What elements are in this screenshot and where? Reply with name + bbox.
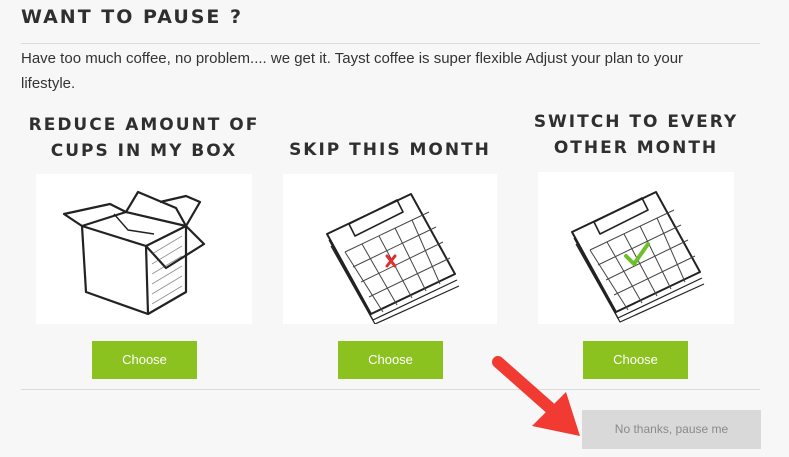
open-box-icon [36, 174, 252, 324]
option-heading: REDUCE AMOUNT OF CUPS IN MY BOX [28, 115, 260, 161]
choose-every-other-month-button[interactable]: Choose [583, 341, 688, 379]
divider [21, 389, 760, 390]
divider [21, 43, 760, 44]
option-heading: SWITCH TO EVERY OTHER MONTH [533, 112, 739, 158]
option-reduce-cups: REDUCE AMOUNT OF CUPS IN MY BOX [21, 112, 267, 164]
option-skip-month: SKIP THIS MONTH [270, 137, 510, 163]
option-heading: SKIP THIS MONTH [289, 140, 491, 160]
page-title: WANT TO PAUSE ? [21, 6, 244, 28]
intro-text: Have too much coffee, no problem.... we … [21, 50, 684, 92]
calendar-check-icon [538, 172, 734, 324]
red-arrow-icon [492, 356, 580, 436]
pause-me-button[interactable]: No thanks, pause me [582, 410, 761, 449]
option-every-other-month: SWITCH TO EVERY OTHER MONTH [516, 109, 756, 161]
choose-reduce-cups-button[interactable]: Choose [92, 341, 197, 379]
choose-skip-month-button[interactable]: Choose [338, 341, 443, 379]
pause-subscription-panel: WANT TO PAUSE ? Have too much coffee, no… [0, 0, 789, 457]
calendar-x-icon [283, 174, 497, 324]
